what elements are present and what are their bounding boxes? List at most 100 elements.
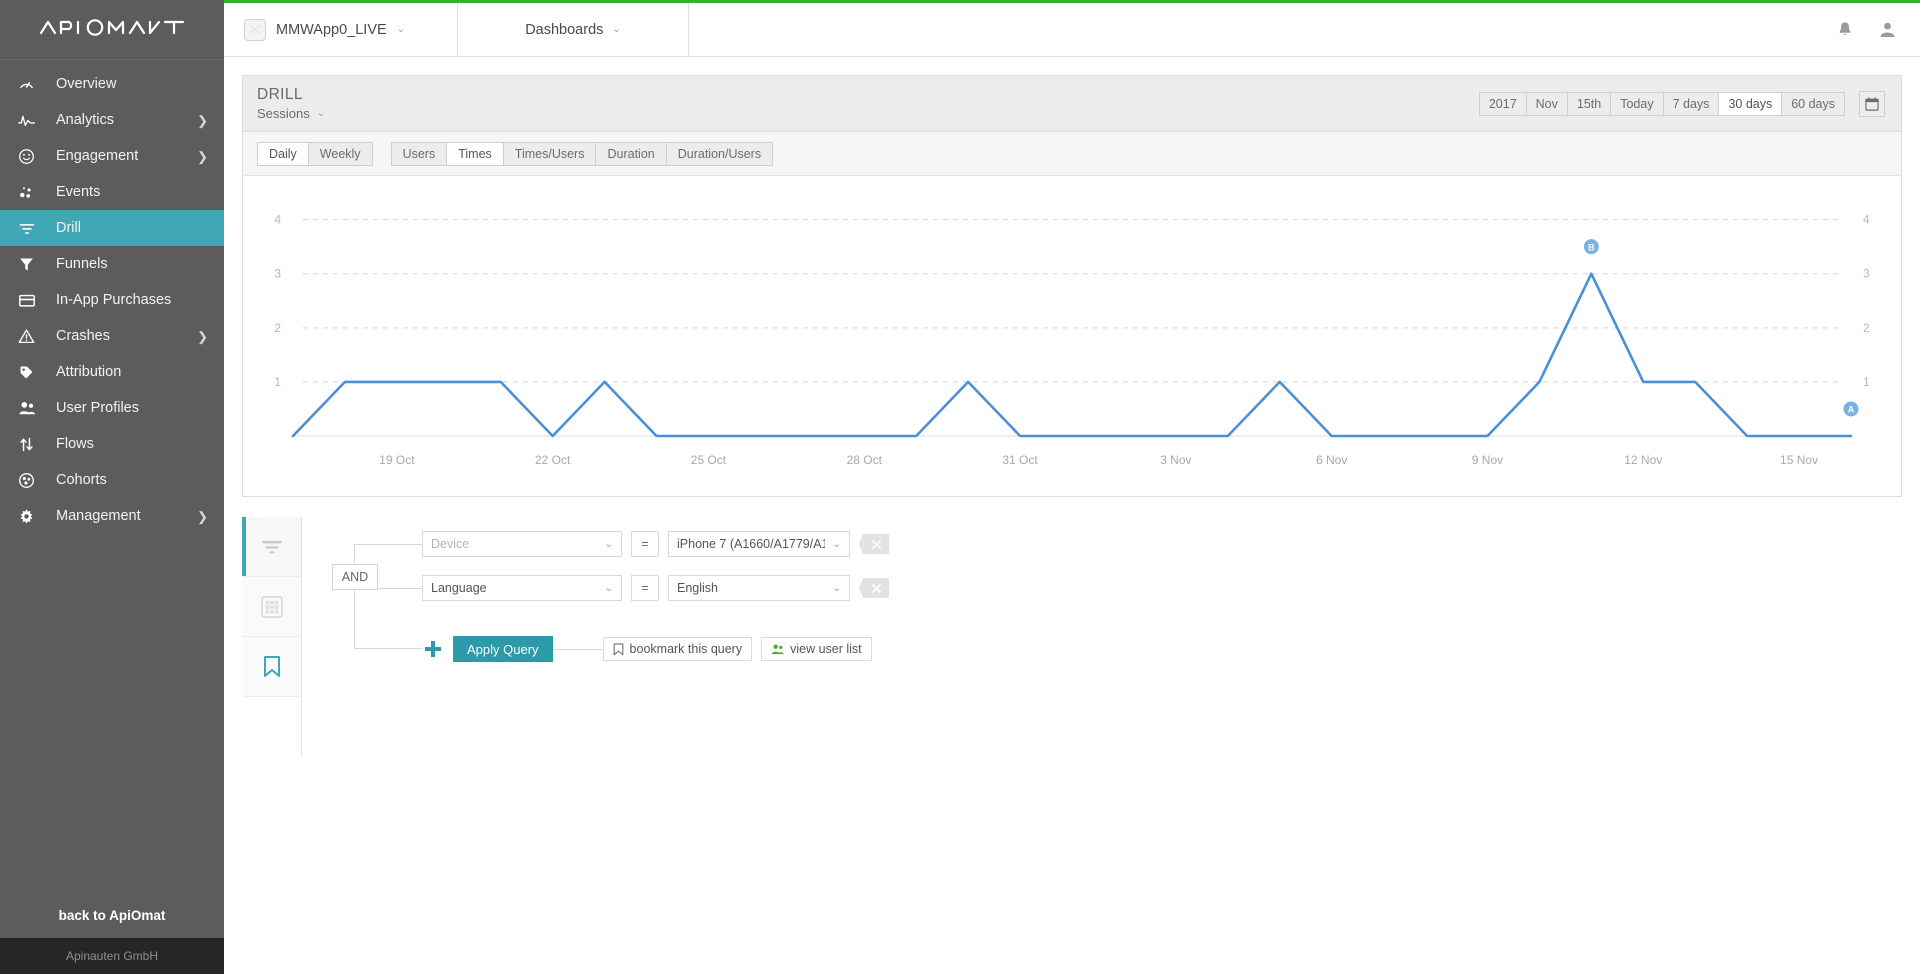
sidebar-item-label: Management	[56, 508, 141, 524]
nodes-icon	[18, 184, 44, 201]
chevron-down-icon: ⌄	[832, 538, 841, 550]
sidebar-item-in-app-purchases[interactable]: In-App Purchases	[0, 282, 224, 318]
back-to-apiomat-link[interactable]: back to ApiOmat	[0, 892, 224, 938]
sidebar-item-events[interactable]: Events	[0, 174, 224, 210]
app-selector[interactable]: MMWApp0_LIVE ⌄	[224, 3, 458, 56]
svg-text:22 Oct: 22 Oct	[535, 453, 571, 467]
app-root: Overview Analytics ❯ Engagement ❯ Events…	[0, 0, 1920, 974]
tab-times-users[interactable]: Times/Users	[502, 141, 596, 166]
line-chart[interactable]: 1 1 2 2 3 3 4 4 19 Oct 22 Oct 25 Oct 28 Oct 31 Oct 3 …	[243, 176, 1901, 496]
sidebar-item-label: User Profiles	[56, 400, 139, 416]
sidebar-item-analytics[interactable]: Analytics ❯	[0, 102, 224, 138]
date-btn-15th[interactable]: 15th	[1566, 91, 1611, 116]
view-user-list-label: view user list	[790, 642, 862, 656]
sidebar-item-label: Cohorts	[56, 472, 107, 488]
condition-value-select[interactable]: iPhone 7 (A1660/A1779/A1780) ⌄	[668, 531, 850, 557]
drill-chart-card: DRILL Sessions ⌄ 2017 Nov 15th Today 7 d…	[242, 75, 1902, 497]
bell-icon[interactable]	[1837, 21, 1853, 38]
bookmark-query-button[interactable]: bookmark this query	[602, 637, 753, 661]
sidebar-item-overview[interactable]: Overview	[0, 66, 224, 102]
user-icon[interactable]	[1879, 21, 1896, 38]
svg-text:1: 1	[274, 375, 281, 389]
users-icon	[18, 400, 44, 416]
svg-text:6 Nov: 6 Nov	[1316, 453, 1347, 467]
dashboards-selector[interactable]: Dashboards ⌄	[458, 3, 689, 56]
connector	[354, 589, 355, 649]
bookmarks-tab[interactable]	[242, 637, 301, 697]
apply-query-button[interactable]: Apply Query	[453, 636, 553, 662]
svg-text:15 Nov: 15 Nov	[1780, 453, 1818, 467]
view-user-list-button[interactable]: view user list	[761, 637, 872, 661]
sidebar-item-engagement[interactable]: Engagement ❯	[0, 138, 224, 174]
interval-tabs: Daily Weekly	[257, 141, 373, 166]
date-btn-today[interactable]: Today	[1610, 91, 1663, 116]
sidebar-item-label: In-App Purchases	[56, 292, 172, 308]
svg-text:25 Oct: 25 Oct	[691, 453, 727, 467]
sidebar-item-management[interactable]: Management ❯	[0, 498, 224, 534]
sidebar-item-label: Overview	[56, 76, 117, 92]
chevron-down-icon: ⌄	[604, 538, 613, 550]
sidebar-item-crashes[interactable]: Crashes ❯	[0, 318, 224, 354]
chevron-right-icon: ❯	[197, 328, 208, 344]
chart-tabs: Daily Weekly Users Times Times/Users Dur…	[243, 132, 1901, 176]
remove-condition-button[interactable]	[859, 534, 889, 554]
svg-text:2: 2	[1863, 321, 1870, 335]
arrows-icon	[18, 436, 44, 453]
smiley-icon	[18, 148, 44, 165]
date-btn-7-days[interactable]: 7 days	[1662, 91, 1719, 116]
title-block: DRILL Sessions ⌄	[257, 86, 325, 121]
add-condition-button[interactable]	[422, 638, 444, 660]
svg-text:12 Nov: 12 Nov	[1624, 453, 1662, 467]
date-btn-2017[interactable]: 2017	[1478, 91, 1526, 116]
close-icon	[872, 583, 881, 593]
condition-value-select[interactable]: English ⌄	[668, 575, 850, 601]
svg-text:3: 3	[1863, 267, 1870, 281]
svg-text:A: A	[1848, 405, 1855, 415]
chart-canvas: 1 1 2 2 3 3 4 4 19 Oct 22 Oct 25 Oct 28 Oct 31 Oct 3 …	[274, 213, 1870, 467]
sidebar-nav: Overview Analytics ❯ Engagement ❯ Events…	[0, 60, 224, 892]
tab-weekly[interactable]: Weekly	[307, 141, 373, 166]
card-header: DRILL Sessions ⌄ 2017 Nov 15th Today 7 d…	[243, 76, 1901, 132]
svg-text:3 Nov: 3 Nov	[1160, 453, 1191, 467]
app-name-label: MMWApp0_LIVE	[276, 21, 387, 38]
calendar-icon[interactable]	[1859, 90, 1885, 117]
sidebar-item-funnels[interactable]: Funnels	[0, 246, 224, 282]
topbar-actions	[1837, 3, 1920, 56]
tab-users[interactable]: Users	[390, 141, 447, 166]
condition-field-select[interactable]: Language ⌄	[422, 575, 622, 601]
tab-daily[interactable]: Daily	[257, 141, 308, 166]
condition-field-select[interactable]: Device ⌄	[422, 531, 622, 557]
metric-selector[interactable]: Sessions ⌄	[257, 106, 325, 121]
condition-comparator[interactable]: =	[631, 531, 659, 557]
pulse-icon	[18, 112, 44, 129]
date-btn-60-days[interactable]: 60 days	[1781, 91, 1845, 116]
sidebar-item-drill[interactable]: Drill	[0, 210, 224, 246]
tab-duration-users[interactable]: Duration/Users	[665, 141, 774, 166]
operator-and[interactable]: AND	[332, 564, 378, 590]
condition-field-value: Device	[431, 537, 470, 551]
bookmark-query-label: bookmark this query	[629, 642, 743, 656]
tab-times[interactable]: Times	[446, 141, 503, 166]
tag-icon	[18, 364, 44, 381]
sidebar-item-cohorts[interactable]: Cohorts	[0, 462, 224, 498]
sidebar-item-label: Crashes	[56, 328, 110, 344]
date-btn-30-days[interactable]: 30 days	[1718, 91, 1782, 116]
card-icon	[18, 293, 44, 308]
sidebar-item-label: Funnels	[56, 256, 108, 272]
logo	[0, 0, 224, 60]
sidebar-item-user-profiles[interactable]: User Profiles	[0, 390, 224, 426]
svg-text:19 Oct: 19 Oct	[379, 453, 415, 467]
page-body: DRILL Sessions ⌄ 2017 Nov 15th Today 7 d…	[224, 57, 1920, 974]
tab-duration[interactable]: Duration	[595, 141, 666, 166]
condition-comparator[interactable]: =	[631, 575, 659, 601]
chevron-down-icon: ⌄	[396, 23, 406, 35]
sidebar-item-flows[interactable]: Flows	[0, 426, 224, 462]
filters-tab[interactable]	[242, 517, 301, 577]
remove-condition-button[interactable]	[859, 578, 889, 598]
date-btn-nov[interactable]: Nov	[1525, 91, 1567, 116]
bookmark-icon	[613, 642, 623, 655]
sidebar-item-attribution[interactable]: Attribution	[0, 354, 224, 390]
svg-text:B: B	[1588, 242, 1595, 252]
grid-tab[interactable]	[242, 577, 301, 637]
